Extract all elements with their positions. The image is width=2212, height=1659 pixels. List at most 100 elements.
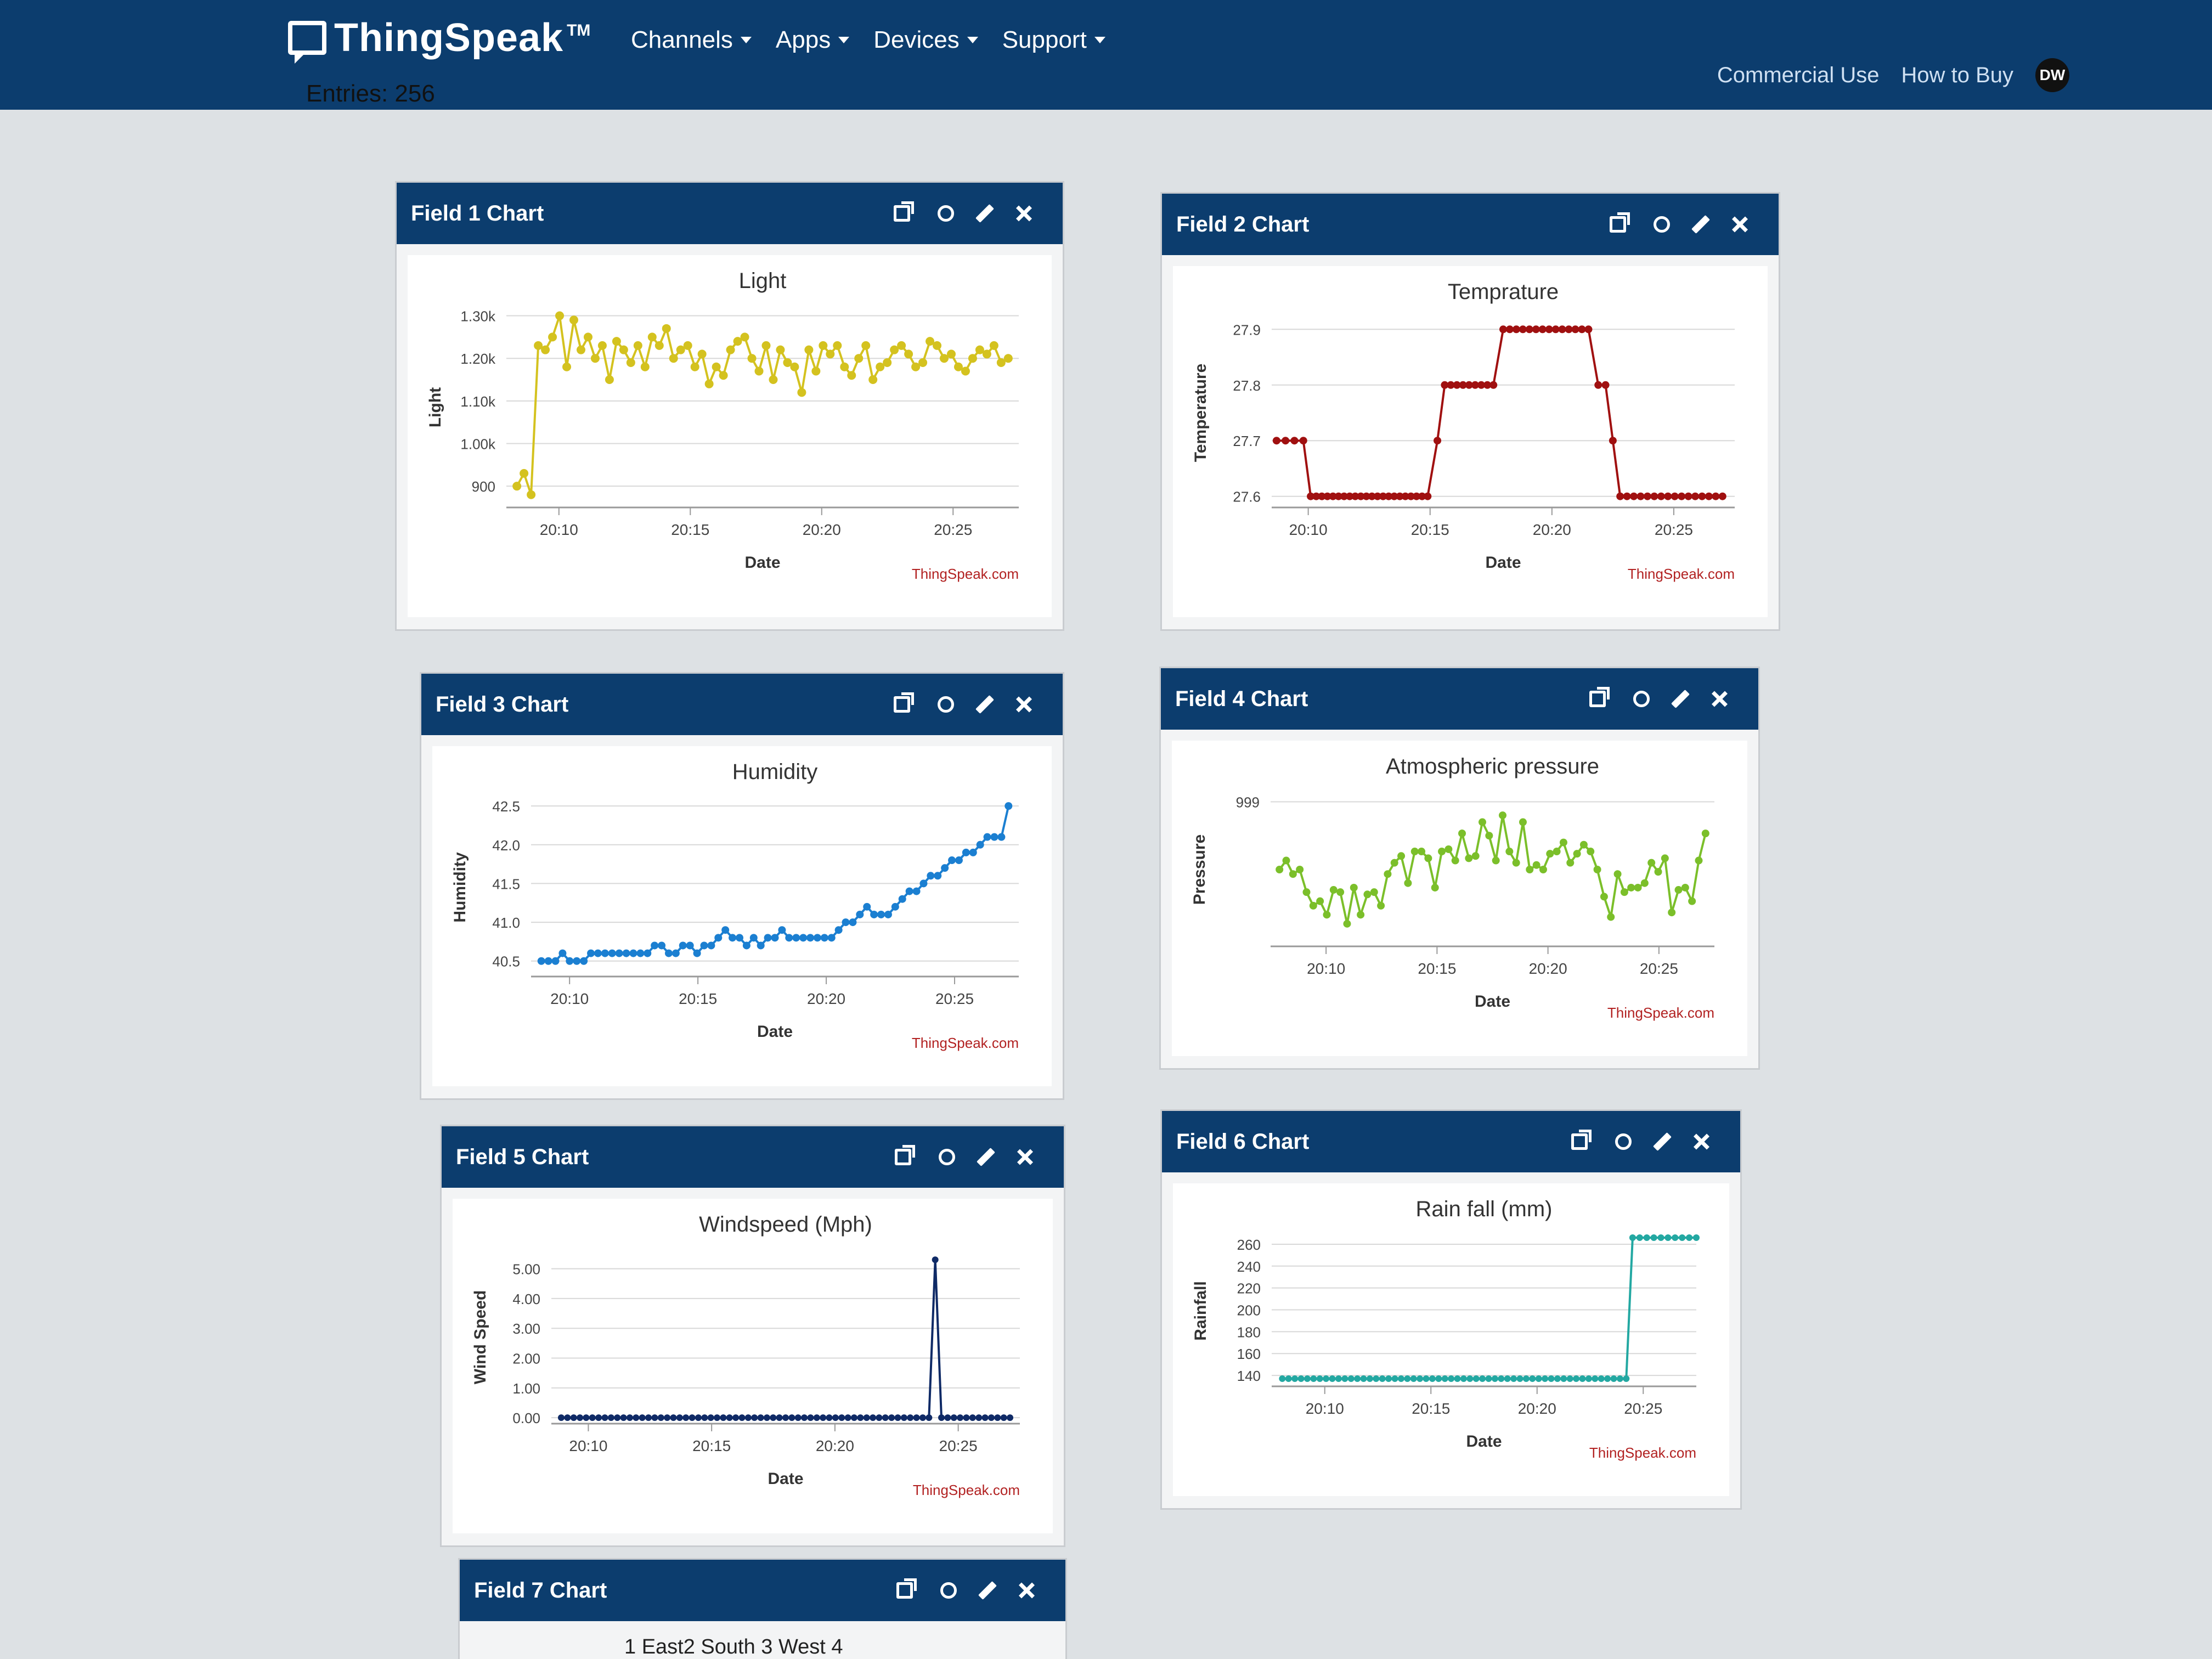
- y-axis-label: Temperature: [1192, 364, 1210, 462]
- panel-header: Field 4 Chart: [1161, 668, 1758, 730]
- pencil-icon[interactable]: [1671, 690, 1690, 708]
- field-1-chart[interactable]: Light 900 1.00k 1.10k 1.20k 1.30k 20:10 20:15 20…: [408, 255, 1052, 617]
- close-icon[interactable]: [1015, 696, 1032, 713]
- comment-icon[interactable]: [1654, 216, 1670, 233]
- y-tick-label: 27.7: [1233, 433, 1261, 449]
- y-tick-label: 160: [1237, 1346, 1261, 1362]
- data-point: [629, 949, 637, 957]
- close-icon[interactable]: [1711, 691, 1728, 707]
- data-point: [891, 902, 899, 911]
- thingspeak-logo[interactable]: ThingSpeak TM: [288, 15, 591, 64]
- nav-support-label: Support: [1002, 26, 1087, 53]
- data-point: [913, 1414, 920, 1421]
- data-point: [1573, 1375, 1580, 1383]
- y-tick-label: 1.30k: [460, 308, 496, 325]
- how-to-buy-link[interactable]: How to Buy: [1901, 63, 2013, 88]
- data-point: [639, 1414, 646, 1421]
- commercial-use-link[interactable]: Commercial Use: [1717, 63, 1880, 88]
- comment-icon[interactable]: [1615, 1133, 1632, 1150]
- close-icon[interactable]: [1693, 1133, 1709, 1150]
- nav-right: Commercial Use How to Buy DW: [1717, 58, 2069, 92]
- close-icon[interactable]: [1018, 1582, 1035, 1599]
- data-point: [608, 949, 616, 957]
- data-point: [580, 957, 588, 965]
- data-point: [842, 918, 850, 927]
- data-point: [905, 887, 913, 895]
- data-point: [1643, 492, 1651, 500]
- close-icon[interactable]: [1731, 216, 1748, 233]
- data-point: [589, 1414, 596, 1421]
- field-2-chart[interactable]: Temprature 27.6 27.7 27.8 27.9 20:10 20:15 20:2…: [1173, 266, 1768, 617]
- data-point: [1299, 437, 1307, 445]
- data-point: [757, 1414, 764, 1421]
- data-point: [1335, 1375, 1342, 1383]
- field-5-chart[interactable]: Windspeed (Mph) 0.00 1.00 2.00 3.00 4.00 5.00 2…: [453, 1199, 1053, 1533]
- external-link-icon[interactable]: [1571, 1130, 1592, 1150]
- data-point: [1291, 1375, 1299, 1383]
- data-point: [1623, 1375, 1630, 1383]
- field-3-chart[interactable]: Humidity 40.5 41.0 41.5 42.0 42.5 20:10 20:15 20…: [432, 746, 1052, 1086]
- data-point: [826, 1414, 833, 1421]
- external-link-icon[interactable]: [895, 1145, 915, 1165]
- data-point: [1005, 802, 1013, 810]
- pencil-icon[interactable]: [1691, 215, 1710, 234]
- data-point: [651, 941, 659, 950]
- data-point: [826, 349, 835, 359]
- data-point: [1404, 1375, 1411, 1383]
- nav-apps[interactable]: Apps: [776, 26, 850, 54]
- data-point: [1664, 492, 1672, 500]
- data-point: [1498, 1375, 1505, 1383]
- comment-icon[interactable]: [938, 205, 954, 222]
- external-link-icon[interactable]: [894, 201, 914, 222]
- x-tick-label: 20:20: [1529, 960, 1567, 977]
- y-tick-label: 5.00: [512, 1261, 540, 1278]
- data-point: [834, 926, 843, 934]
- pencil-icon[interactable]: [978, 1581, 997, 1600]
- panel-header: Field 3 Chart: [421, 674, 1063, 735]
- external-link-icon[interactable]: [894, 692, 914, 713]
- data-point: [1282, 437, 1290, 445]
- external-link-icon[interactable]: [896, 1578, 917, 1599]
- close-icon[interactable]: [1015, 205, 1032, 222]
- x-axis-label: Date: [757, 1023, 793, 1041]
- close-icon[interactable]: [1017, 1149, 1033, 1165]
- external-link-icon[interactable]: [1610, 212, 1630, 233]
- comment-icon[interactable]: [1633, 691, 1650, 707]
- x-tick-label: 20:10: [569, 1437, 607, 1454]
- data-point: [888, 1414, 895, 1421]
- nav-devices[interactable]: Devices: [873, 26, 978, 54]
- comment-icon[interactable]: [939, 1149, 955, 1165]
- comment-icon[interactable]: [940, 1582, 957, 1599]
- data-point: [1498, 811, 1506, 820]
- data-point: [527, 490, 536, 499]
- pencil-icon[interactable]: [1653, 1132, 1672, 1151]
- data-point: [1448, 1375, 1455, 1383]
- data-point: [799, 934, 808, 942]
- data-point: [962, 848, 970, 856]
- pencil-icon[interactable]: [975, 204, 994, 223]
- data-point: [833, 341, 842, 350]
- data-point: [1471, 852, 1480, 860]
- panel-header: Field 2 Chart: [1162, 194, 1779, 255]
- data-point: [1698, 492, 1706, 500]
- data-point: [932, 1256, 939, 1263]
- pencil-icon[interactable]: [977, 1148, 995, 1166]
- data-point: [576, 345, 585, 354]
- field-6-chart[interactable]: Rain fall (mm) 140 160 180 200 220 240 260 20:10…: [1173, 1183, 1729, 1496]
- nav-support[interactable]: Support: [1002, 26, 1105, 54]
- field-4-chart[interactable]: Atmospheric pressure 999 20:10 20:15 20:20 20…: [1172, 741, 1747, 1056]
- pencil-icon[interactable]: [975, 695, 994, 714]
- data-point: [1623, 492, 1631, 500]
- field-7-panel: Field 7 Chart 1 East2 South 3 West 4: [458, 1558, 1067, 1659]
- data-point: [1600, 893, 1608, 901]
- x-tick-label: 20:25: [1624, 1400, 1662, 1417]
- user-avatar[interactable]: DW: [2035, 58, 2069, 92]
- nav-channels[interactable]: Channels: [631, 26, 752, 54]
- external-link-icon[interactable]: [1589, 687, 1610, 707]
- data-point: [622, 949, 630, 957]
- data-point: [1539, 866, 1547, 873]
- x-tick-label: 20:25: [935, 990, 974, 1007]
- trademark: TM: [567, 21, 591, 40]
- comment-icon[interactable]: [938, 696, 954, 713]
- field-5-panel: Field 5 Chart Windspeed (Mph) 0.00 1.00 2.0…: [440, 1125, 1065, 1547]
